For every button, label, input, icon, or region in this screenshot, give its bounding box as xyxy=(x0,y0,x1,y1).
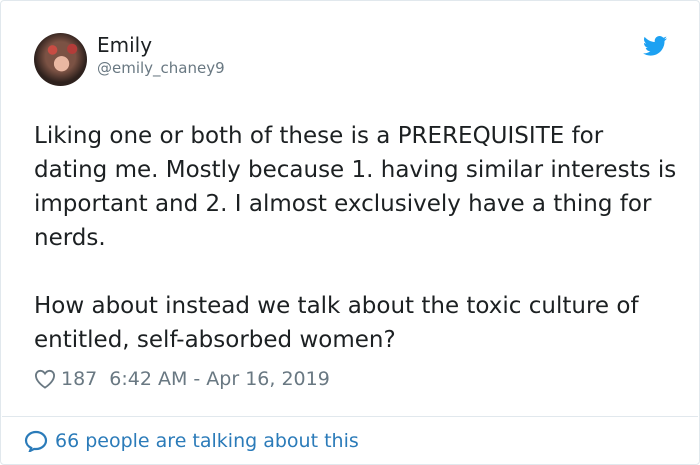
conversation-label: 66 people are talking about this xyxy=(55,430,359,452)
timestamp[interactable]: 6:42 AM - Apr 16, 2019 xyxy=(109,368,330,390)
speech-bubble-icon xyxy=(24,430,48,452)
like-count[interactable]: 187 xyxy=(61,368,97,390)
tweet-paragraph: How about instead we talk about the toxi… xyxy=(34,293,639,353)
tweet-text: Liking one or both of these is a PREREQU… xyxy=(34,119,679,357)
twitter-bird-icon[interactable] xyxy=(643,36,667,56)
tweet-card: Emily @emily_chaney9 Liking one or both … xyxy=(0,0,700,465)
avatar[interactable] xyxy=(34,33,87,86)
user-handle[interactable]: @emily_chaney9 xyxy=(97,58,225,78)
tweet-paragraph: Liking one or both of these is a PREREQU… xyxy=(34,123,677,251)
divider xyxy=(2,416,698,417)
user-name[interactable]: Emily xyxy=(97,33,152,57)
conversation-link[interactable]: 66 people are talking about this xyxy=(24,429,359,453)
tweet-meta: 187 6:42 AM - Apr 16, 2019 xyxy=(34,367,330,391)
heart-icon[interactable] xyxy=(34,369,56,389)
